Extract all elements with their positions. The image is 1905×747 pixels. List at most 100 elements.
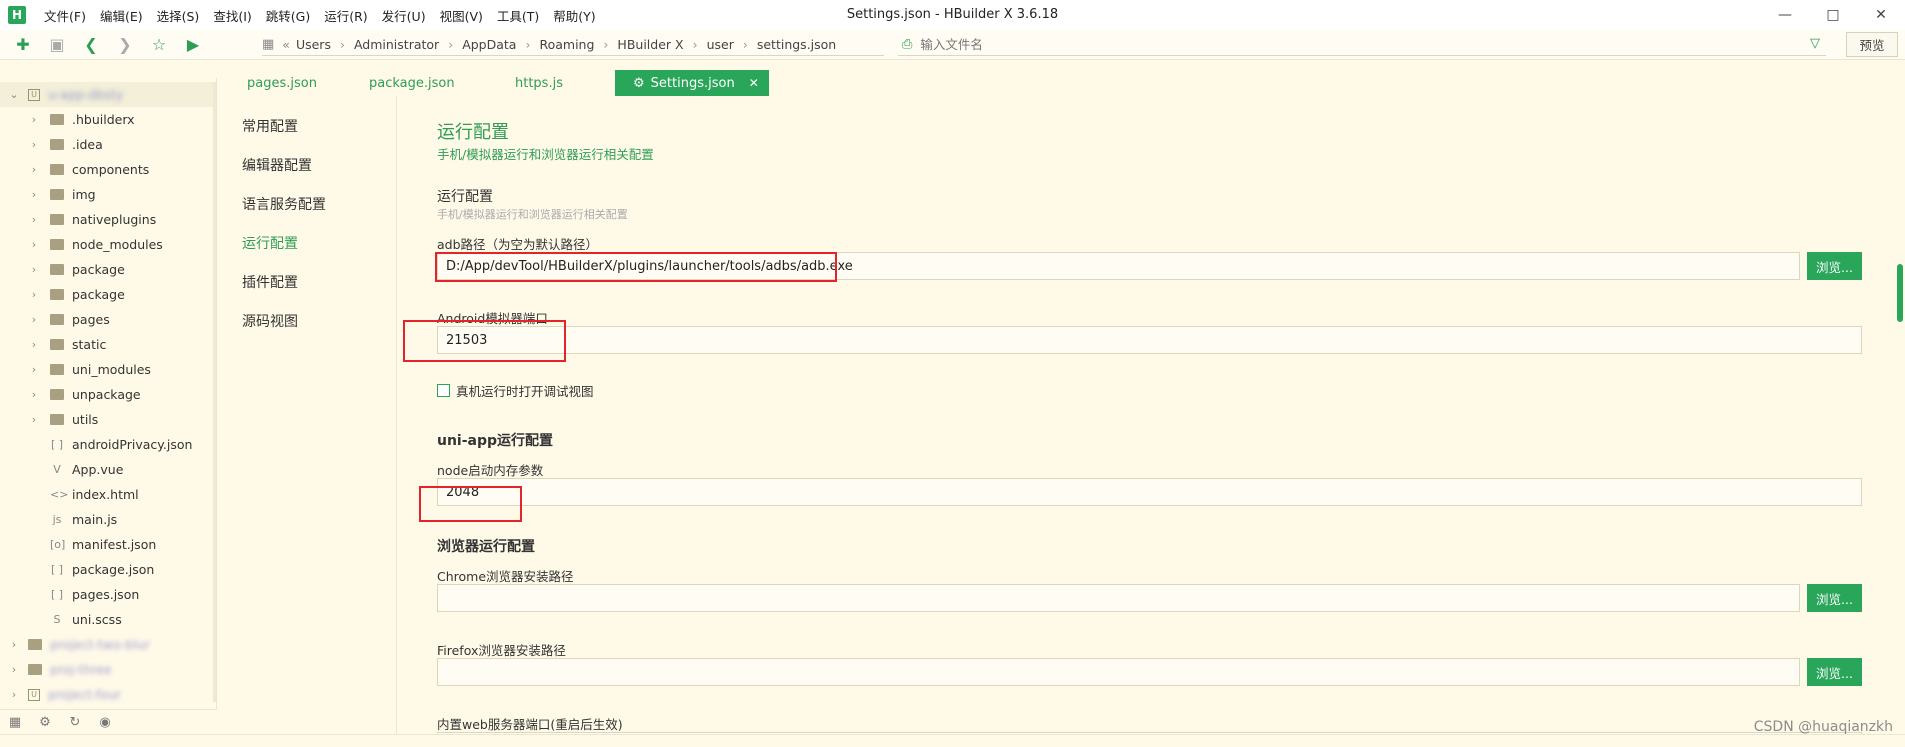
android-port-input[interactable]: 21503	[437, 326, 1862, 354]
menu-help[interactable]: 帮助(Y)	[553, 6, 595, 25]
adb-path-input[interactable]: D:/App/devTool/HBuilderX/plugins/launche…	[437, 252, 1800, 280]
chevron-right-icon[interactable]: ›	[8, 663, 20, 676]
tree-folder[interactable]: › package	[0, 282, 216, 307]
adb-browse-button[interactable]: 浏览...	[1807, 252, 1862, 280]
filter-icon[interactable]: ▽	[1810, 36, 1820, 51]
project-manager-icon[interactable]: ▦	[0, 715, 30, 730]
maximize-icon[interactable]: □	[1809, 0, 1857, 30]
chrome-browse-button[interactable]: 浏览...	[1807, 584, 1862, 612]
chevron-right-icon[interactable]: ›	[28, 363, 40, 376]
forward-arrow-icon[interactable]: ❯	[108, 30, 142, 60]
tab-pages-json[interactable]: pages.json	[247, 70, 317, 96]
sidebar-scrollbar[interactable]	[213, 82, 216, 702]
tab-close-icon[interactable]: ✕	[749, 76, 759, 90]
tree-folder[interactable]: › package	[0, 257, 216, 282]
breadcrumb-users[interactable]: Users	[296, 37, 331, 52]
chevron-right-icon[interactable]: ›	[28, 413, 40, 426]
minimize-icon[interactable]: —	[1761, 0, 1809, 30]
chevron-right-icon[interactable]: ›	[28, 138, 40, 151]
chevron-right-icon[interactable]: ›	[28, 188, 40, 201]
tab-settings-json[interactable]: ⚙ Settings.json ✕	[615, 70, 769, 96]
save-icon[interactable]: ▣	[40, 30, 74, 60]
chevron-right-icon[interactable]: ›	[28, 288, 40, 301]
chevron-right-icon[interactable]: ›	[28, 113, 40, 126]
chevron-right-icon[interactable]: ›	[28, 163, 40, 176]
chevron-right-icon[interactable]: ›	[28, 263, 40, 276]
menu-goto[interactable]: 跳转(G)	[266, 6, 310, 25]
tree-folder[interactable]: › node_modules	[0, 232, 216, 257]
menu-run[interactable]: 运行(R)	[324, 6, 367, 25]
menu-find[interactable]: 查找(I)	[213, 6, 251, 25]
node-memory-input[interactable]: 2048	[437, 478, 1862, 506]
tree-folder[interactable]: › components	[0, 157, 216, 182]
tree-folder[interactable]: › img	[0, 182, 216, 207]
new-file-icon[interactable]: ✚	[6, 30, 40, 60]
menu-tools[interactable]: 工具(T)	[497, 6, 539, 25]
settings-nav-plugins[interactable]: 插件配置	[242, 272, 298, 292]
menu-publish[interactable]: 发行(U)	[382, 6, 426, 25]
tab-https-js[interactable]: https.js	[515, 70, 563, 96]
menu-select[interactable]: 选择(S)	[157, 6, 200, 25]
breadcrumb-hbuilderx[interactable]: HBuilder X	[617, 37, 683, 52]
preview-button[interactable]: 预览	[1846, 32, 1898, 57]
chrome-path-input[interactable]	[437, 584, 1800, 612]
back-arrow-icon[interactable]: ❮	[74, 30, 108, 60]
tree-file[interactable]: [ ] pages.json	[0, 582, 216, 607]
tree-folder[interactable]: › utils	[0, 407, 216, 432]
project-row[interactable]: › Uproject-four	[0, 682, 216, 707]
tree-file[interactable]: [ ] package.json	[0, 557, 216, 582]
tree-file[interactable]: <> index.html	[0, 482, 216, 507]
project-root-row[interactable]: ⌄ U u-app-dbsty	[0, 82, 216, 107]
breadcrumb-settings-json[interactable]: settings.json	[757, 37, 836, 52]
tree-folder[interactable]: › uni_modules	[0, 357, 216, 382]
chevron-down-icon[interactable]: ⌄	[8, 88, 20, 101]
close-icon[interactable]: ✕	[1857, 0, 1905, 30]
file-search-input[interactable]	[920, 37, 1771, 52]
tree-file[interactable]: Suni.scss	[0, 607, 216, 632]
plugin-icon[interactable]: ◉	[90, 715, 120, 730]
chevron-right-icon[interactable]: ›	[8, 688, 20, 701]
settings-nav-editor[interactable]: 编辑器配置	[242, 155, 312, 175]
chevron-right-icon[interactable]: ›	[28, 338, 40, 351]
tree-folder[interactable]: › nativeplugins	[0, 207, 216, 232]
settings-nav-source-view[interactable]: 源码视图	[242, 311, 298, 331]
tree-file[interactable]: [o] manifest.json	[0, 532, 216, 557]
firefox-path-input[interactable]	[437, 658, 1800, 686]
menu-file[interactable]: 文件(F)	[44, 6, 86, 25]
run-play-icon[interactable]: ▶	[176, 30, 210, 60]
tree-file[interactable]: V App.vue	[0, 457, 216, 482]
tree-file[interactable]: [ ] androidPrivacy.json	[0, 432, 216, 457]
tree-file[interactable]: js main.js	[0, 507, 216, 532]
tree-folder[interactable]: › pages	[0, 307, 216, 332]
content-scrollbar[interactable]	[1895, 96, 1905, 747]
debug-bug-icon[interactable]: ⚙	[30, 715, 60, 730]
tree-folder[interactable]: › static	[0, 332, 216, 357]
chevron-right-icon[interactable]: ›	[28, 388, 40, 401]
star-icon[interactable]: ☆	[142, 30, 176, 60]
chevron-right-icon[interactable]: ›	[8, 638, 20, 651]
breadcrumb-roaming[interactable]: Roaming	[539, 37, 594, 52]
breadcrumb-administrator[interactable]: Administrator	[354, 37, 439, 52]
tab-package-json[interactable]: package.json	[369, 70, 455, 96]
chevron-right-icon[interactable]: ›	[28, 213, 40, 226]
chevron-right-icon[interactable]: ›	[28, 313, 40, 326]
settings-nav-run[interactable]: 运行配置	[242, 233, 298, 253]
project-row[interactable]: › project-two-blur	[0, 632, 216, 657]
breadcrumb-prefix[interactable]: «	[282, 37, 290, 52]
chevron-right-icon[interactable]: ›	[28, 238, 40, 251]
scrollbar-thumb[interactable]	[1897, 264, 1903, 322]
debug-view-checkbox-row[interactable]: 真机运行时打开调试视图	[437, 381, 594, 400]
tree-folder[interactable]: › .idea	[0, 132, 216, 157]
debug-view-checkbox[interactable]	[437, 384, 450, 397]
firefox-browse-button[interactable]: 浏览...	[1807, 658, 1862, 686]
breadcrumb-user[interactable]: user	[707, 37, 734, 52]
project-row[interactable]: › proj-three	[0, 657, 216, 682]
settings-nav-language-service[interactable]: 语言服务配置	[242, 194, 326, 214]
refresh-icon[interactable]: ↻	[60, 715, 90, 730]
tree-folder[interactable]: › .hbuilderx	[0, 107, 216, 132]
menu-edit[interactable]: 编辑(E)	[100, 6, 143, 25]
breadcrumb-appdata[interactable]: AppData	[462, 37, 516, 52]
menu-view[interactable]: 视图(V)	[440, 6, 483, 25]
tree-folder[interactable]: › unpackage	[0, 382, 216, 407]
settings-nav-general[interactable]: 常用配置	[242, 116, 298, 136]
